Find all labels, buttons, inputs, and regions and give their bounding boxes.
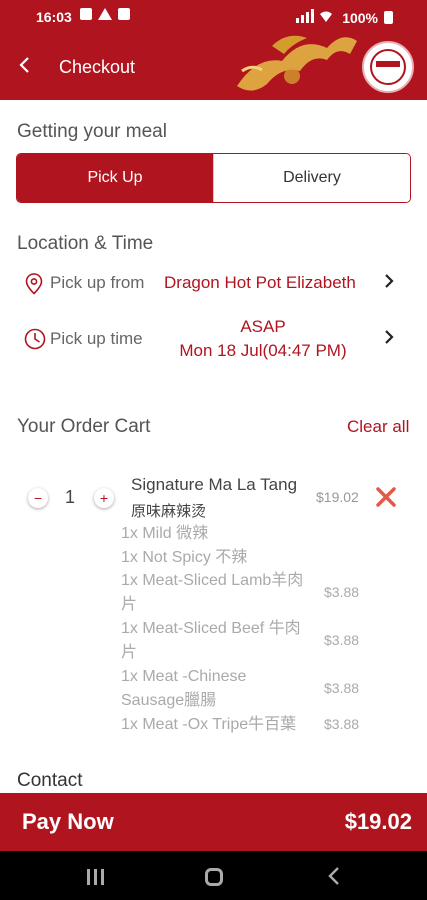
- pickup-time-asap[interactable]: ASAP: [170, 317, 356, 337]
- system-nav-bar: [0, 851, 427, 900]
- order-cart-heading: Your Order Cart: [17, 416, 151, 437]
- clear-all-button[interactable]: Clear all: [347, 417, 409, 437]
- item-quantity: 1: [65, 487, 76, 507]
- delivery-option[interactable]: Delivery: [213, 154, 410, 202]
- minus-icon[interactable]: −: [28, 488, 48, 508]
- check-notification-icon: [118, 8, 130, 20]
- signal-icon: [296, 9, 336, 26]
- contact-heading: Contact: [17, 770, 83, 791]
- image-notification-icon: [80, 8, 92, 20]
- home-icon[interactable]: [205, 868, 223, 886]
- option-line: 1x Meat -Ox Tripe牛百葉: [121, 716, 297, 733]
- clock-icon: [24, 328, 46, 355]
- page-title: Checkout: [59, 57, 136, 77]
- pay-now-button[interactable]: Pay Now $19.02: [0, 793, 427, 851]
- nav-back-icon[interactable]: [327, 865, 341, 893]
- battery-icon: [384, 11, 393, 24]
- status-time: 16:03: [36, 9, 72, 25]
- getting-meal-heading: Getting your meal: [17, 121, 167, 142]
- fulfillment-toggle: Pick Up Delivery: [16, 153, 411, 203]
- dragon-decoration: [232, 26, 372, 100]
- option-line-cont: Sausage臘腸: [121, 692, 217, 709]
- option-line: 1x Meat-Sliced Lamb羊肉: [121, 572, 304, 589]
- chevron-right-icon[interactable]: [384, 273, 400, 293]
- pickup-option[interactable]: Pick Up: [17, 154, 213, 202]
- pay-now-label: Pay Now: [22, 809, 114, 834]
- option-line: 1x Mild 微辣: [121, 525, 209, 542]
- option-line-cont: 片: [121, 596, 138, 613]
- item-price: $19.02: [316, 489, 359, 505]
- location-pin-icon: [25, 273, 43, 300]
- item-name: Signature Ma La Tang: [131, 475, 298, 494]
- warning-notification-icon: [98, 8, 112, 20]
- restaurant-logo: [362, 41, 414, 93]
- location-time-heading: Location & Time: [17, 233, 154, 254]
- pickup-location[interactable]: Dragon Hot Pot Elizabeth: [164, 273, 356, 293]
- option-line: 1x Meat-Sliced Beef 牛肉: [121, 620, 301, 637]
- pickup-time-date[interactable]: Mon 18 Jul(04:47 PM): [170, 341, 356, 361]
- app-header: 16:03 100% Checkout: [0, 0, 427, 100]
- back-icon[interactable]: [18, 55, 38, 79]
- option-line-cont: 片: [121, 644, 138, 661]
- notification-icons: [80, 8, 130, 20]
- system-status: 100%: [296, 9, 393, 26]
- option-price: $3.88: [324, 632, 360, 648]
- close-icon[interactable]: [374, 485, 398, 509]
- option-price: $3.88: [324, 716, 360, 732]
- option-price: $3.88: [324, 584, 360, 600]
- plus-icon[interactable]: +: [94, 488, 114, 508]
- pickup-time-label: Pick up time: [50, 329, 143, 348]
- battery-percent: 100%: [342, 9, 378, 26]
- option-line: 1x Meat -Chinese: [121, 668, 247, 685]
- option-price: $3.88: [324, 680, 360, 696]
- pickup-from-label: Pick up from: [50, 273, 145, 292]
- chevron-right-icon[interactable]: [384, 329, 400, 349]
- option-line: 1x Not Spicy 不辣: [121, 549, 248, 566]
- item-name-cn: 原味麻辣烫: [131, 503, 207, 520]
- recent-apps-icon[interactable]: [87, 869, 104, 885]
- pay-total: $19.02: [344, 809, 412, 834]
